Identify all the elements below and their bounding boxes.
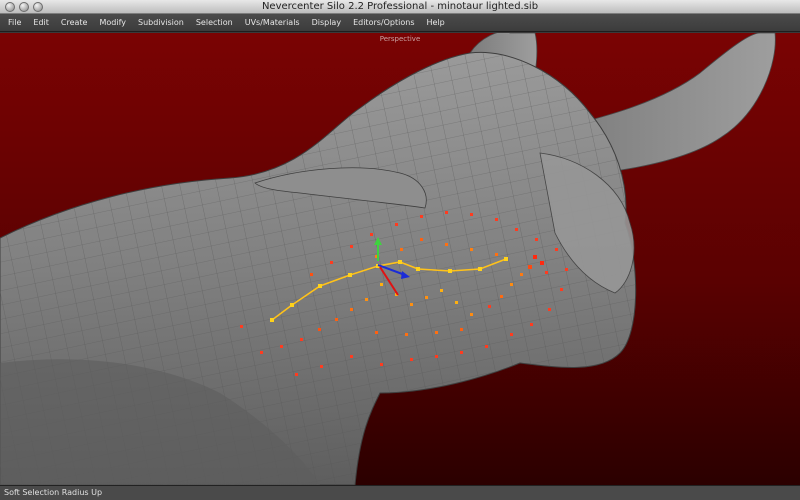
viewport-label: Perspective — [379, 35, 421, 43]
menu-subdivision[interactable]: Subdivision — [132, 14, 190, 32]
app-window: Nevercenter Silo 2.2 Professional - mino… — [0, 0, 800, 500]
menu-file[interactable]: File — [2, 14, 27, 32]
menu-display[interactable]: Display — [306, 14, 348, 32]
perspective-viewport[interactable]: Perspective — [0, 33, 800, 485]
menu-edit[interactable]: Edit — [27, 14, 55, 32]
title-bar[interactable]: Nevercenter Silo 2.2 Professional - mino… — [0, 0, 800, 14]
menu-editors-options[interactable]: Editors/Options — [347, 14, 420, 32]
menu-selection[interactable]: Selection — [190, 14, 239, 32]
window-title: Nevercenter Silo 2.2 Professional - mino… — [261, 1, 539, 12]
status-text: Soft Selection Radius Up — [4, 488, 103, 497]
menu-modify[interactable]: Modify — [93, 14, 132, 32]
status-bar: Soft Selection Radius Up — [0, 485, 800, 500]
menu-help[interactable]: Help — [420, 14, 450, 32]
minotaur-model[interactable] — [0, 33, 800, 485]
menu-bar: File Edit Create Modify Subdivision Sele… — [0, 14, 800, 32]
menu-create[interactable]: Create — [55, 14, 94, 32]
menu-uvs-materials[interactable]: UVs/Materials — [239, 14, 306, 32]
